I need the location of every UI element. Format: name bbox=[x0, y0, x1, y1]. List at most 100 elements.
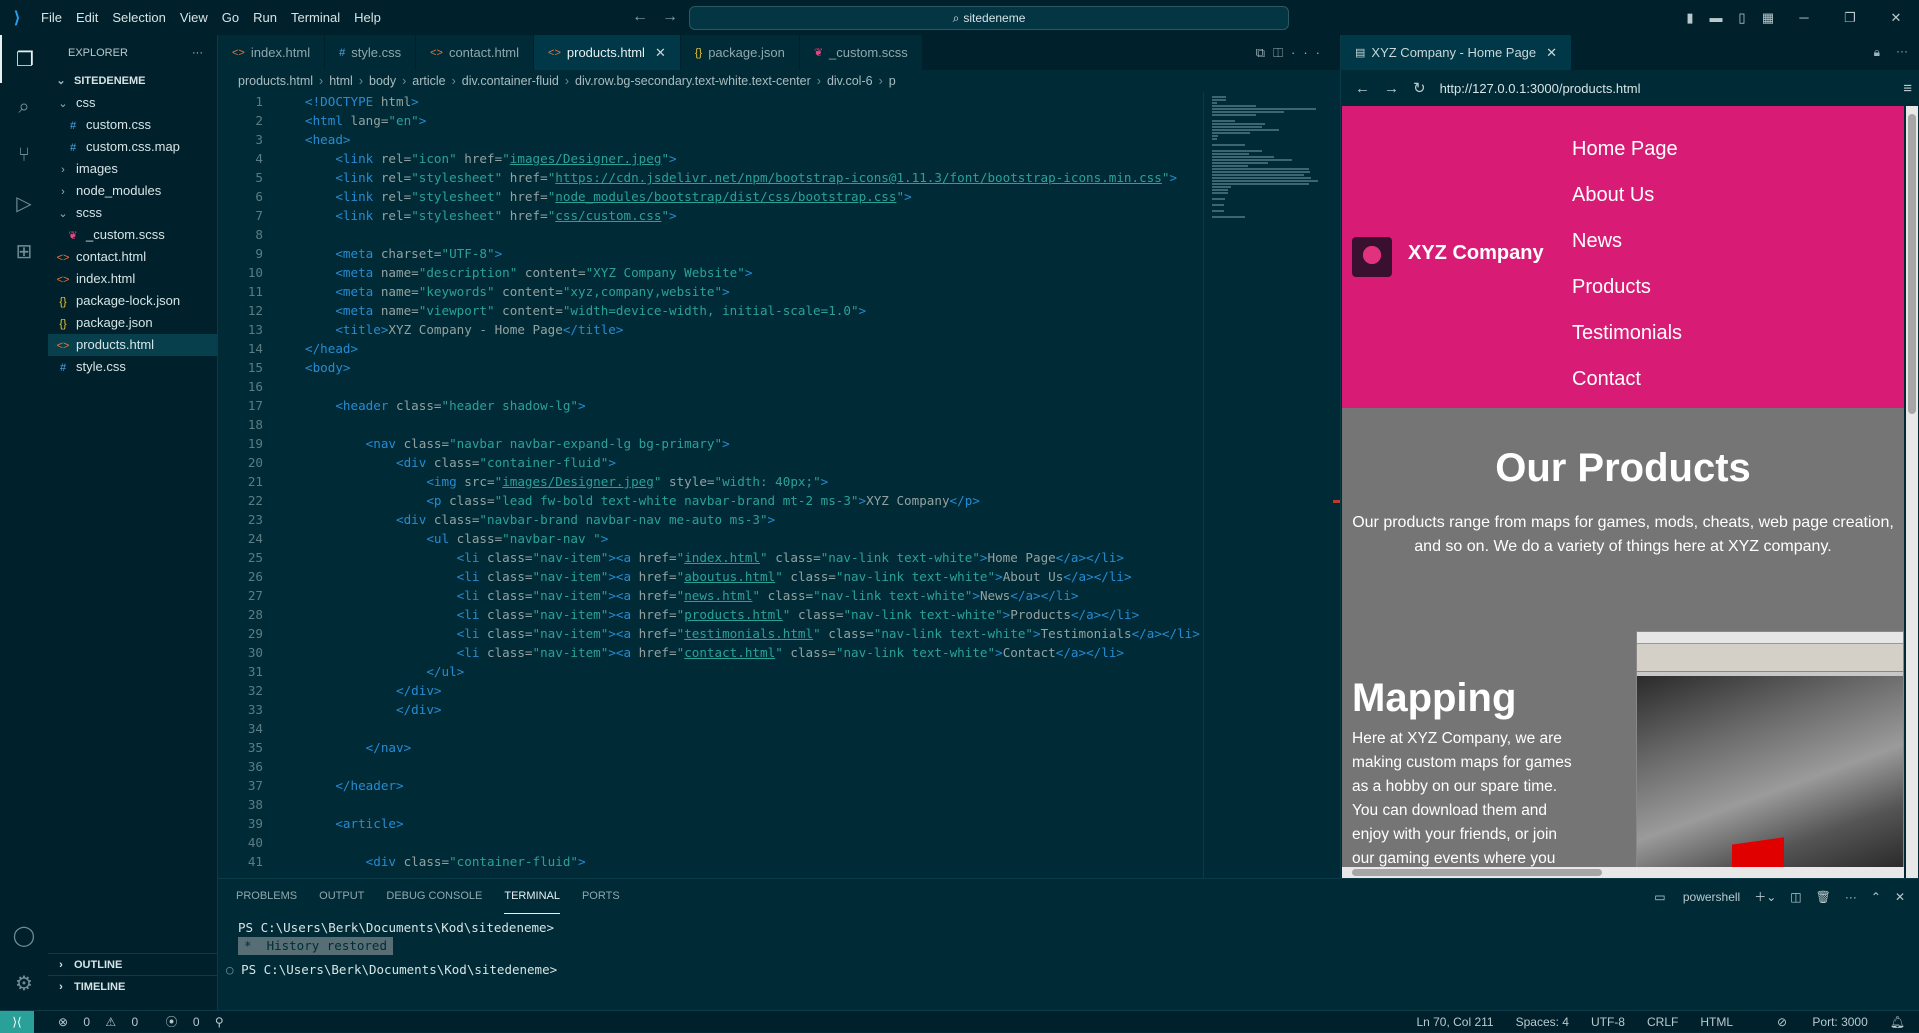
nav-link-news[interactable]: News bbox=[1572, 218, 1682, 264]
tree-item[interactable]: <> contact.html bbox=[48, 246, 217, 268]
terminal-shell-label[interactable]: ▭ powershell bbox=[1640, 890, 1740, 904]
lock-icon[interactable]: 🔒︎ bbox=[1874, 45, 1880, 60]
menu-view[interactable]: View bbox=[173, 0, 215, 35]
nav-link-about[interactable]: About Us bbox=[1572, 172, 1682, 218]
tree-item[interactable]: <> index.html bbox=[48, 268, 217, 290]
trash-icon[interactable]: 🗑︎ bbox=[1816, 890, 1831, 904]
editor-tab[interactable]: <> products.html ✕ bbox=[534, 35, 681, 70]
workspace-root[interactable]: ⌄ SITEDENEME bbox=[48, 70, 217, 92]
language-mode[interactable]: HTML bbox=[1700, 1015, 1733, 1029]
back-arrow-icon[interactable]: ← bbox=[632, 8, 662, 25]
menu-file[interactable]: File bbox=[34, 0, 69, 35]
editor-tab[interactable]: <> index.html bbox=[218, 35, 326, 70]
panel-tab[interactable]: OUTPUT bbox=[319, 879, 364, 914]
split-editor-icon[interactable]: ◫ bbox=[1273, 45, 1291, 60]
editor-tab[interactable]: <> contact.html bbox=[416, 35, 535, 70]
remote-indicator-icon[interactable]: ⟩⟨ bbox=[0, 1010, 34, 1033]
accounts-icon[interactable]: ◯ bbox=[0, 911, 48, 959]
menu-help[interactable]: Help bbox=[347, 0, 388, 35]
explorer-icon[interactable]: ❐ bbox=[0, 35, 48, 83]
extensions-icon[interactable]: ⊞ bbox=[0, 227, 48, 275]
panel-tab[interactable]: DEBUG CONSOLE bbox=[386, 879, 482, 914]
panel-tab[interactable]: TERMINAL bbox=[504, 879, 560, 914]
editor-tab[interactable]: {} package.json bbox=[680, 35, 800, 70]
close-window-icon[interactable]: ✕ bbox=[1873, 10, 1919, 26]
tree-item[interactable]: ⌄ scss bbox=[48, 202, 217, 224]
breadcrumb-item[interactable]: article bbox=[412, 74, 445, 88]
url-input[interactable]: http://127.0.0.1:3000/products.html bbox=[1440, 81, 1641, 96]
vertical-scrollbar[interactable] bbox=[1906, 106, 1918, 878]
forward-arrow-icon[interactable]: → bbox=[662, 8, 692, 25]
timeline-section[interactable]: › TIMELINE bbox=[48, 975, 218, 997]
tree-item[interactable]: ❦ _custom.scss bbox=[48, 224, 217, 246]
toggle-panel-icon[interactable]: ▬ bbox=[1703, 10, 1729, 25]
tree-item[interactable]: # custom.css bbox=[48, 114, 217, 136]
nav-link-home[interactable]: Home Page bbox=[1572, 126, 1682, 172]
toggle-secondary-sidebar-icon[interactable]: ▯ bbox=[1729, 10, 1755, 26]
live-server-port[interactable]: ⊘ Port: 3000 bbox=[1755, 1015, 1868, 1029]
breadcrumb-item[interactable]: div.row.bg-secondary.text-white.text-cen… bbox=[575, 74, 811, 88]
outline-section[interactable]: › OUTLINE bbox=[48, 953, 218, 975]
maximize-panel-icon[interactable]: ⌃ bbox=[1871, 890, 1881, 904]
tree-item[interactable]: ⌄ css bbox=[48, 92, 217, 114]
reload-icon[interactable]: ↻ bbox=[1413, 79, 1426, 97]
open-preview-icon[interactable]: ⧉ bbox=[1256, 45, 1273, 60]
nav-link-testimonials[interactable]: Testimonials bbox=[1572, 310, 1682, 356]
editor-tab[interactable]: # style.css bbox=[325, 35, 417, 70]
close-icon[interactable]: ✕ bbox=[1546, 45, 1557, 61]
restore-icon[interactable]: ❐ bbox=[1827, 10, 1873, 26]
history-nav[interactable]: ←→ bbox=[632, 8, 692, 26]
ports-status[interactable]: ⦿ 0 bbox=[154, 1015, 200, 1029]
debug-icon[interactable]: ⚲ bbox=[215, 1015, 224, 1029]
minimap[interactable] bbox=[1203, 92, 1333, 878]
notifications-bell-icon[interactable]: 🔔︎ bbox=[1890, 1015, 1905, 1029]
browser-tab[interactable]: ▤ XYZ Company - Home Page ✕ bbox=[1341, 35, 1573, 70]
more-actions-icon[interactable]: ··· bbox=[1845, 890, 1857, 904]
horizontal-scrollbar[interactable] bbox=[1342, 867, 1904, 878]
customize-layout-icon[interactable]: ▦ bbox=[1755, 10, 1781, 26]
close-icon[interactable]: ✕ bbox=[1895, 890, 1905, 904]
breadcrumb-item[interactable]: body bbox=[369, 74, 396, 88]
terminal-output[interactable]: PS C:\Users\Berk\Documents\Kod\sitedenem… bbox=[226, 919, 557, 979]
tree-item[interactable]: {} package.json bbox=[48, 312, 217, 334]
menu-edit[interactable]: Edit bbox=[69, 0, 105, 35]
editor-tab[interactable]: ❦ _custom.scss bbox=[799, 35, 923, 70]
tree-item[interactable]: # custom.css.map bbox=[48, 136, 217, 158]
breadcrumb-item[interactable]: div.container-fluid bbox=[462, 74, 559, 88]
end-of-line[interactable]: CRLF bbox=[1647, 1015, 1678, 1029]
breadcrumb-item[interactable]: div.col-6 bbox=[827, 74, 873, 88]
tree-item[interactable]: # style.css bbox=[48, 356, 217, 378]
more-actions-icon[interactable]: ··· bbox=[1291, 45, 1328, 60]
search-view-icon[interactable]: ⌕ bbox=[0, 83, 48, 131]
breadcrumb-item[interactable]: html bbox=[329, 74, 353, 88]
forward-arrow-icon[interactable]: → bbox=[1384, 80, 1399, 97]
menu-run[interactable]: Run bbox=[246, 0, 284, 35]
new-terminal-icon[interactable]: ＋⌄ bbox=[1754, 888, 1776, 905]
encoding[interactable]: UTF-8 bbox=[1591, 1015, 1625, 1029]
code-editor[interactable]: 1 <!DOCTYPE html> 2 <html lang="en"> 3 <head>… bbox=[218, 92, 1203, 878]
breadcrumb-item[interactable]: products.html bbox=[238, 74, 313, 88]
close-icon[interactable]: ✕ bbox=[655, 45, 666, 61]
tree-item[interactable]: › node_modules bbox=[48, 180, 217, 202]
menu-icon[interactable]: ≡ bbox=[1903, 80, 1912, 97]
tree-item[interactable]: <> products.html bbox=[48, 334, 217, 356]
panel-tab[interactable]: PORTS bbox=[582, 879, 620, 914]
toggle-sidebar-icon[interactable]: ▮ bbox=[1677, 10, 1703, 26]
menu-go[interactable]: Go bbox=[215, 0, 246, 35]
nav-link-products[interactable]: Products bbox=[1572, 264, 1682, 310]
command-center-search[interactable]: ⌕ sitedeneme bbox=[689, 6, 1289, 30]
breadcrumb-item[interactable]: p bbox=[889, 74, 896, 88]
nav-link-contact[interactable]: Contact bbox=[1572, 356, 1682, 402]
tree-item[interactable]: {} package-lock.json bbox=[48, 290, 217, 312]
cursor-position[interactable]: Ln 70, Col 211 bbox=[1416, 1015, 1493, 1029]
indentation[interactable]: Spaces: 4 bbox=[1516, 1015, 1569, 1029]
back-arrow-icon[interactable]: ← bbox=[1355, 80, 1370, 97]
split-terminal-icon[interactable]: ◫ bbox=[1790, 890, 1801, 904]
menu-selection[interactable]: Selection bbox=[105, 0, 172, 35]
problems-status[interactable]: ⊗ 0 ⚠ 0 bbox=[46, 1015, 138, 1029]
manage-gear-icon[interactable]: ⚙ bbox=[0, 959, 48, 1007]
source-control-icon[interactable]: ⑂ bbox=[0, 131, 48, 179]
tree-item[interactable]: › images bbox=[48, 158, 217, 180]
more-actions-icon[interactable]: ··· bbox=[1896, 44, 1908, 58]
panel-tab[interactable]: PROBLEMS bbox=[236, 879, 297, 914]
